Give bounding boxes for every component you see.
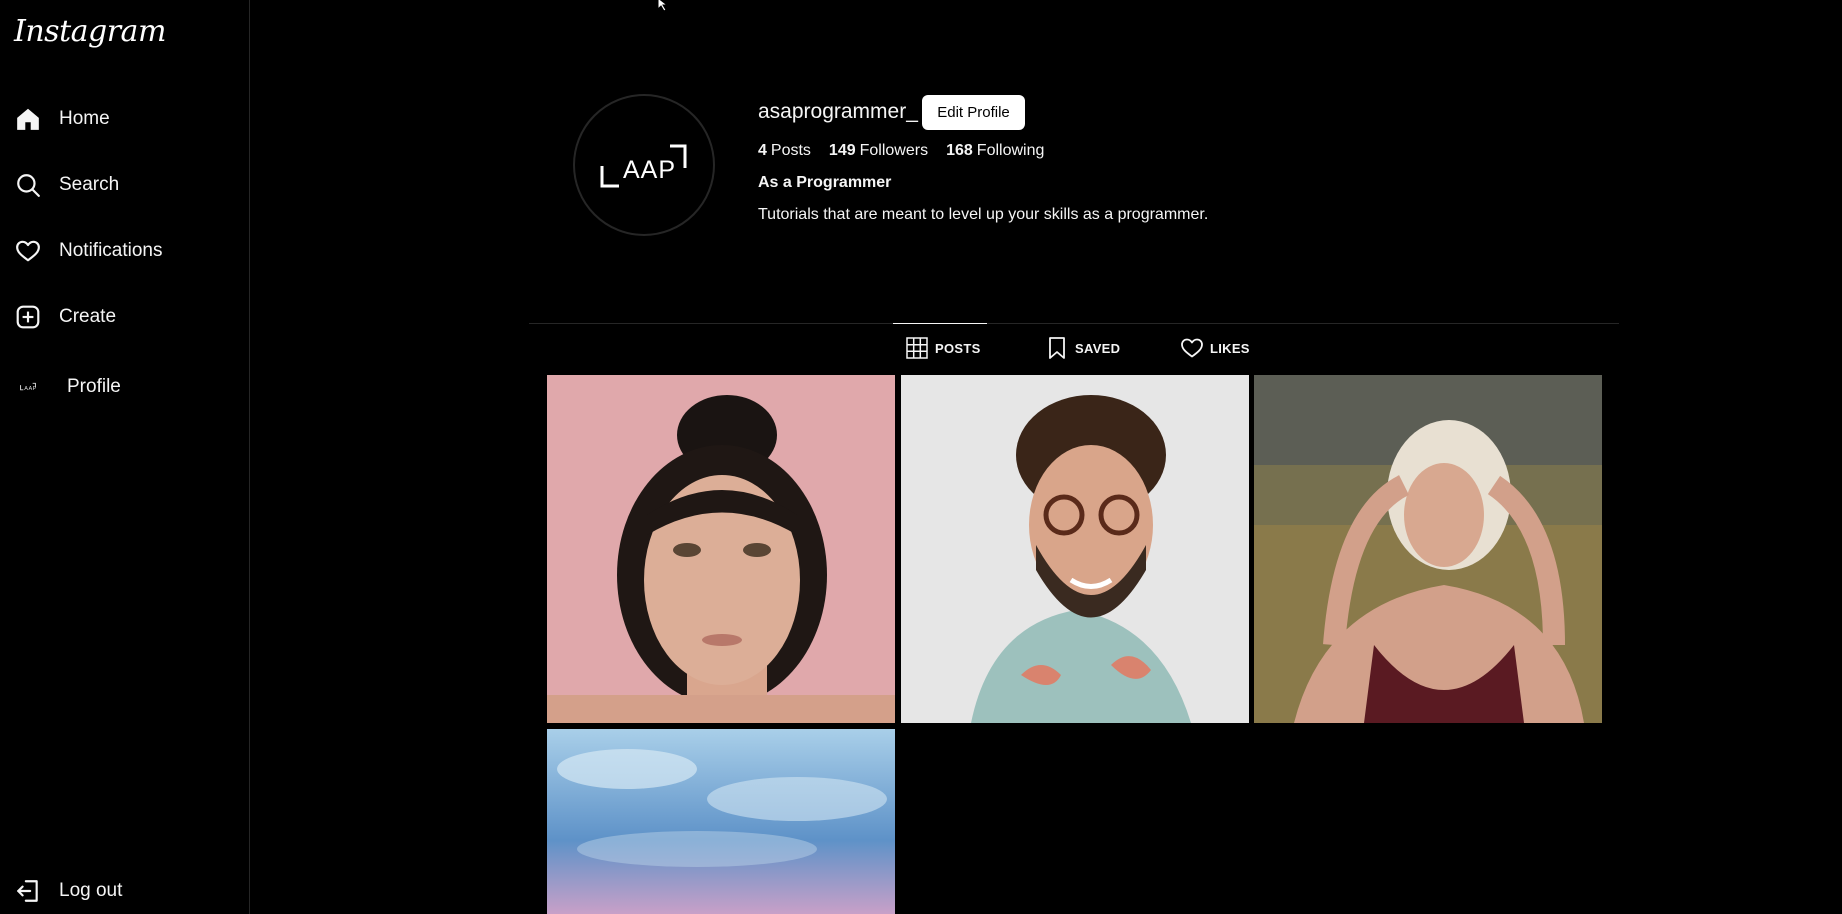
profile-avatar[interactable]: AAP xyxy=(573,94,715,236)
mouse-cursor-icon xyxy=(657,0,669,12)
sidebar: Instagram Home Search Notifications Crea… xyxy=(0,0,250,914)
profile-full-name: As a Programmer xyxy=(758,174,892,191)
tab-label: SAVED xyxy=(1075,340,1121,356)
grid-icon xyxy=(906,337,928,359)
sidebar-item-home[interactable]: Home xyxy=(14,99,239,139)
woman-field-image xyxy=(1254,375,1602,723)
heart-icon xyxy=(14,237,42,265)
profile-username: asaprogrammer_ xyxy=(758,100,918,123)
post-thumbnail[interactable] xyxy=(547,729,895,914)
sky-image xyxy=(547,729,895,914)
edit-profile-button[interactable]: Edit Profile xyxy=(922,95,1025,130)
svg-text:AAP: AAP xyxy=(24,386,37,392)
logout-icon xyxy=(14,877,42,905)
logout-button[interactable]: Log out xyxy=(14,871,239,911)
profile-avatar-icon: AAP xyxy=(14,373,42,401)
post-thumbnail[interactable] xyxy=(901,375,1249,723)
bookmark-icon xyxy=(1049,337,1065,359)
tab-likes[interactable]: LIKES xyxy=(1180,336,1250,360)
profile-bio: Tutorials that are meant to level up you… xyxy=(758,206,1209,223)
woman-portrait-image xyxy=(547,375,895,723)
active-tab-indicator xyxy=(893,323,987,324)
post-thumbnail[interactable] xyxy=(547,375,895,723)
posts-stat[interactable]: 4 Posts xyxy=(758,142,811,160)
following-stat[interactable]: 168 Following xyxy=(946,142,1044,160)
home-icon xyxy=(14,105,42,133)
tab-saved[interactable]: SAVED xyxy=(1045,336,1120,360)
sidebar-item-create[interactable]: Create xyxy=(14,297,239,337)
plus-square-icon xyxy=(14,303,42,331)
search-icon xyxy=(14,171,42,199)
profile-stats: 4 Posts 149 Followers 168 Following xyxy=(758,142,1044,160)
post-thumbnail[interactable] xyxy=(1254,375,1602,723)
instagram-logo[interactable]: Instagram xyxy=(14,14,166,49)
sidebar-item-label: Home xyxy=(59,108,110,129)
logout-label: Log out xyxy=(59,880,123,901)
sidebar-item-label: Notifications xyxy=(59,240,163,261)
sidebar-item-notifications[interactable]: Notifications xyxy=(14,231,239,271)
heart-icon xyxy=(1181,338,1203,358)
sidebar-item-search[interactable]: Search xyxy=(14,165,239,205)
man-portrait-image xyxy=(901,375,1249,723)
avatar-text: AAP xyxy=(623,156,676,184)
sidebar-item-label: Create xyxy=(59,306,117,327)
tab-label: LIKES xyxy=(1210,340,1250,356)
sidebar-item-profile[interactable]: AAP Profile xyxy=(14,367,239,407)
tab-posts[interactable]: POSTS xyxy=(905,336,981,360)
tabs-divider xyxy=(529,323,1619,324)
sidebar-item-label: Search xyxy=(59,174,120,195)
sidebar-item-label: Profile xyxy=(67,376,121,397)
aap-logo-icon: AAP xyxy=(600,144,687,188)
tab-label: POSTS xyxy=(935,340,981,356)
followers-stat[interactable]: 149 Followers xyxy=(829,142,928,160)
